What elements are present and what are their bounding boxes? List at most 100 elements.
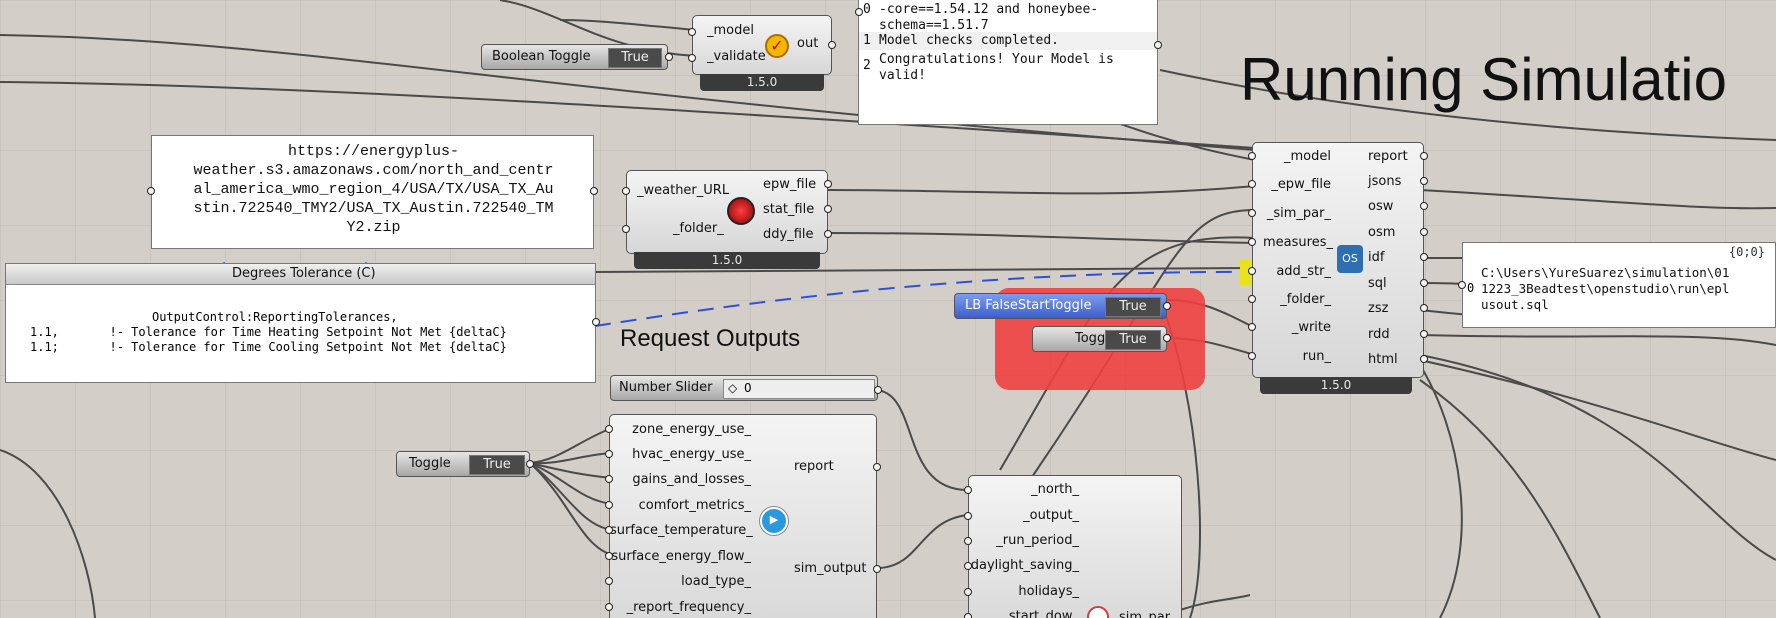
port[interactable] — [605, 526, 613, 534]
path-label: {0;0} — [1728, 245, 1765, 259]
port[interactable] — [1248, 323, 1256, 331]
port[interactable] — [1248, 295, 1256, 303]
port[interactable] — [855, 8, 863, 16]
port[interactable] — [665, 53, 673, 61]
lb-false-start-toggle[interactable]: LB FalseStartToggle True — [954, 293, 1167, 319]
port[interactable] — [873, 565, 881, 573]
model-check-panel[interactable]: 0 -core==1.54.12 and honeybee- schema==1… — [858, 0, 1158, 125]
slider-track[interactable]: ◇ 0 — [723, 379, 875, 399]
port[interactable] — [1420, 330, 1428, 338]
check-model-component[interactable]: _model _validate ✓ out — [692, 15, 832, 75]
port[interactable] — [964, 562, 972, 570]
port[interactable] — [605, 501, 613, 509]
port[interactable] — [1248, 180, 1256, 188]
toggle-value[interactable]: True — [469, 455, 525, 475]
input-holidays: holidays_ — [1018, 584, 1079, 599]
output-sim-output: sim_output — [794, 561, 867, 576]
port[interactable] — [964, 613, 972, 618]
panel-row: 1 Model checks completed. — [859, 32, 1157, 50]
port[interactable] — [1154, 41, 1162, 49]
port[interactable] — [688, 28, 696, 36]
port[interactable] — [605, 577, 613, 585]
port[interactable] — [1420, 279, 1428, 287]
port[interactable] — [964, 486, 972, 494]
port[interactable] — [622, 225, 630, 233]
input-model: _model — [1284, 149, 1331, 164]
toggle-value[interactable]: True — [1105, 330, 1161, 350]
toggle-value[interactable]: True — [1105, 297, 1161, 317]
row-index: 0 — [1467, 281, 1475, 295]
port[interactable] — [590, 187, 598, 195]
weather-icon — [727, 197, 755, 225]
input-comfort: comfort_metrics_ — [638, 498, 751, 513]
port[interactable] — [1248, 267, 1256, 275]
port[interactable] — [1420, 177, 1428, 185]
port[interactable] — [605, 603, 613, 611]
output-osm: osm — [1368, 225, 1396, 240]
port[interactable] — [1248, 152, 1256, 160]
output-report: report — [1368, 149, 1408, 164]
panel-row-text: -core==1.54.12 and honeybee- schema==1.5… — [879, 2, 1099, 33]
download-weather-version: 1.5.0 — [634, 252, 820, 269]
panel-line: 1.1, !- Tolerance for Time Heating Setpo… — [30, 325, 507, 339]
boolean-toggle[interactable]: Boolean Toggle True — [481, 44, 668, 70]
port[interactable] — [824, 180, 832, 188]
port[interactable] — [828, 41, 836, 49]
port[interactable] — [964, 512, 972, 520]
port[interactable] — [1420, 355, 1428, 363]
sim-par-component[interactable]: _north_ _output_ _run_period_ daylight_s… — [968, 475, 1182, 618]
port[interactable] — [964, 537, 972, 545]
input-epw: _epw_file — [1271, 177, 1331, 192]
port[interactable] — [1163, 302, 1171, 310]
port[interactable] — [526, 460, 534, 468]
port[interactable] — [147, 187, 155, 195]
port[interactable] — [824, 205, 832, 213]
port[interactable] — [1248, 238, 1256, 246]
port[interactable] — [688, 54, 696, 62]
port[interactable] — [605, 552, 613, 560]
sim-output-component[interactable]: zone_energy_use_ hvac_energy_use_ gains_… — [609, 414, 877, 618]
port[interactable] — [873, 463, 881, 471]
panel-line: OutputControl:ReportingTolerances, — [152, 310, 398, 324]
port[interactable] — [1248, 352, 1256, 360]
port[interactable] — [964, 588, 972, 596]
port[interactable] — [1420, 253, 1428, 261]
outputs-toggle[interactable]: Toggle True — [396, 451, 530, 477]
output-ddy: ddy_file — [763, 227, 814, 242]
number-slider[interactable]: Number Slider ◇ 0 — [610, 375, 878, 401]
port[interactable] — [874, 386, 882, 394]
output-epw: epw_file — [763, 177, 817, 192]
output-sim-par: sim_par — [1119, 610, 1171, 618]
port[interactable] — [605, 475, 613, 483]
run-osm-component[interactable]: _model _epw_file _sim_par_ measures_ add… — [1252, 142, 1424, 378]
port[interactable] — [622, 187, 630, 195]
sql-path-text: C:\Users\YureSuarez\simulation\01 1223_3… — [1481, 265, 1730, 312]
port[interactable] — [1420, 304, 1428, 312]
weather-url-panel[interactable]: https://energyplus- weather.s3.amazonaws… — [151, 135, 594, 249]
port[interactable] — [1163, 334, 1171, 342]
input-weather-url: _weather_URL — [637, 183, 730, 198]
run-toggle[interactable]: Toggle True — [1032, 326, 1167, 352]
row-index: 1 — [863, 33, 871, 48]
port[interactable] — [824, 230, 832, 238]
sql-path-panel[interactable]: {0;0} 0 C:\Users\YureSuarez\simulation\0… — [1462, 242, 1776, 328]
openstudio-icon: OS — [1337, 245, 1363, 273]
port[interactable] — [1420, 228, 1428, 236]
download-weather-component[interactable]: _weather_URL _folder_ epw_file stat_file… — [626, 170, 828, 254]
input-model: _model — [707, 23, 754, 38]
output-rdd: rdd — [1368, 327, 1390, 342]
port[interactable] — [1248, 209, 1256, 217]
input-gains-losses: gains_and_losses_ — [632, 472, 751, 487]
check-model-version: 1.5.0 — [700, 74, 824, 91]
port[interactable] — [592, 318, 600, 326]
grasshopper-canvas[interactable]: Running Simulatio Request Outputs Boolea… — [0, 0, 1776, 618]
port[interactable] — [1458, 281, 1466, 289]
port[interactable] — [605, 425, 613, 433]
port[interactable] — [1420, 152, 1428, 160]
degrees-tolerance-panel[interactable]: Degrees Tolerance (C) OutputControl:Repo… — [5, 263, 596, 383]
row-index: 2 — [863, 58, 871, 73]
port[interactable] — [1420, 202, 1428, 210]
port[interactable] — [605, 450, 613, 458]
toggle-value[interactable]: True — [608, 48, 662, 68]
input-write: _write — [1291, 320, 1331, 335]
